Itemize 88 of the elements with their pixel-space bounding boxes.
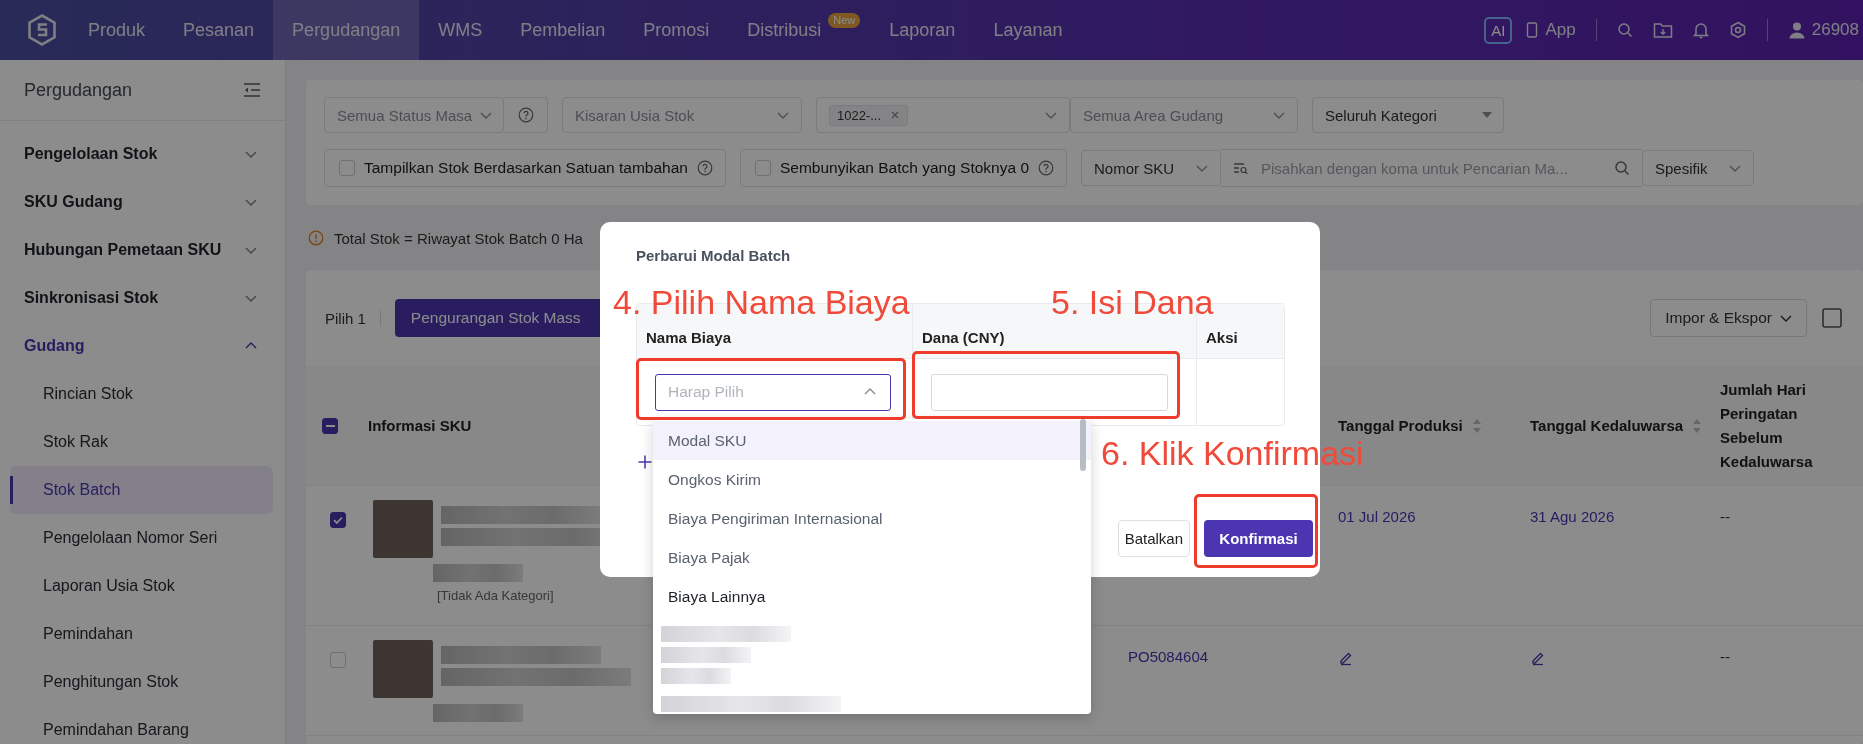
checkbox-label: Tampilkan Stok Berdasarkan Satuan tambahan	[364, 159, 688, 177]
confirm-button[interactable]: Konfirmasi	[1204, 520, 1313, 557]
help-button[interactable]	[504, 97, 548, 133]
filter-checkbox-option[interactable]: Sembunyikan Batch yang Stoknya 0	[740, 149, 1067, 187]
sidebar-item[interactable]: Penghitungan Stok	[10, 658, 273, 706]
search-icon[interactable]	[1614, 160, 1630, 176]
edit-icon[interactable]	[1338, 650, 1354, 666]
table-cell: --	[1720, 508, 1730, 525]
checkbox[interactable]	[322, 417, 338, 434]
user-account-name[interactable]: 26908	[1811, 20, 1859, 40]
close-icon[interactable]	[890, 110, 901, 120]
help-icon	[517, 107, 534, 123]
dropdown-option[interactable]: Biaya Lainnya	[653, 577, 1091, 616]
dialog-title: Perbarui Modal Batch	[636, 246, 792, 266]
edit-icon[interactable]	[1530, 650, 1546, 666]
pixelated-block	[661, 668, 731, 684]
search-type-select[interactable]: Nomor SKU	[1081, 150, 1221, 186]
dropdown-option[interactable]: Biaya Pengiriman Internasional	[653, 499, 1091, 538]
app-button[interactable]: App	[1526, 20, 1576, 40]
filter-tag[interactable]: 1022-...	[829, 104, 909, 126]
checkbox-label: Sembunyikan Batch yang Stoknya 0	[780, 159, 1029, 177]
settings-icon[interactable]	[1728, 21, 1747, 39]
new-badge: New	[828, 13, 861, 28]
checkmark-icon	[332, 514, 344, 526]
expiry-date-text[interactable]: 31 Agu 2026	[1530, 508, 1615, 525]
sidebar-group[interactable]: SKU Gudang	[0, 178, 285, 226]
logo-icon[interactable]	[27, 14, 57, 46]
dropdown-option[interactable]: Ongkos Kirim	[653, 460, 1091, 499]
photo-placeholder	[373, 500, 433, 558]
column-header[interactable]: Tanggal Produksi	[1338, 413, 1463, 438]
sidebar-item[interactable]: Laporan Usia Stok	[10, 562, 273, 610]
amount-input[interactable]	[931, 373, 1168, 411]
column-header[interactable]: Tanggal Kedaluwarsa	[1530, 413, 1684, 438]
column-header: Aksi	[1206, 328, 1238, 346]
sidebar-group[interactable]: Gudang	[0, 322, 285, 370]
annotation-label: 5. Isi Dana	[1051, 283, 1214, 321]
column-header: Dana (CNY)	[922, 328, 1005, 346]
column-header[interactable]: Jumlah Hari Peringatan Sebelum Kedaluwarsa	[1720, 377, 1830, 474]
category-select[interactable]: Seluruh Kategori	[1312, 97, 1504, 133]
sidebar-item[interactable]: Pemindahan	[10, 610, 273, 658]
checkbox[interactable]	[330, 512, 346, 528]
sidebar-group[interactable]: Hubungan Pemetaan SKU	[0, 226, 285, 274]
user-icon[interactable]	[1787, 21, 1806, 39]
sidebar-item[interactable]: Pemindahan Barang	[10, 706, 273, 744]
nav-tab[interactable]: Layanan	[974, 0, 1082, 60]
sidebar-item[interactable]: Stok Batch	[10, 466, 273, 514]
sidebar-item[interactable]: Pengelolaan Nomor Seri	[10, 514, 273, 562]
notification-bell-icon[interactable]	[1692, 21, 1709, 39]
filter-checkbox-option[interactable]: Tampilkan Stok Berdasarkan Satuan tambahan	[324, 149, 726, 187]
search-icon[interactable]	[1616, 22, 1633, 38]
nav-tab[interactable]: Pembelian	[501, 0, 625, 60]
sidebar-group[interactable]: Pengelolaan Stok	[0, 130, 285, 178]
minus-icon	[325, 424, 335, 427]
column-settings-icon[interactable]	[1821, 307, 1843, 329]
folder-download-icon[interactable]	[1652, 21, 1673, 39]
nav-tab[interactable]: Laporan	[870, 0, 975, 60]
batch-select[interactable]: 1022-...	[816, 97, 1070, 133]
cancel-button[interactable]: Batalkan	[1117, 520, 1190, 557]
nav-tab[interactable]: WMS	[419, 0, 502, 60]
notice-text: Total Stok = Riwayat Stok Batch 0 Ha	[334, 229, 583, 247]
phone-icon	[1526, 22, 1539, 38]
ai-button[interactable]: AI	[1484, 16, 1513, 44]
help-icon[interactable]	[697, 160, 713, 176]
dropdown-option[interactable]: Modal SKU	[653, 421, 1091, 460]
sidebar-item[interactable]: Rincian Stok	[10, 370, 273, 418]
selected-count: Pilih 1	[325, 309, 366, 327]
sidebar-title: Pergudangan	[24, 79, 133, 101]
dropdown-option[interactable]: Biaya Pajak	[653, 538, 1091, 577]
match-mode-select[interactable]: Spesifik	[1642, 150, 1754, 186]
category-text: [Tidak Ada Kategori]	[437, 588, 554, 603]
add-row-icon[interactable]	[637, 454, 653, 470]
nav-tab[interactable]: Pesanan	[164, 0, 274, 60]
column-header[interactable]: Informasi SKU	[368, 413, 472, 438]
table-cell: --	[1720, 648, 1730, 665]
sidebar-item[interactable]: Stok Rak	[10, 418, 273, 466]
po-number-link[interactable]: PO5084604	[1128, 648, 1209, 665]
help-icon[interactable]	[1038, 160, 1054, 176]
import-export-button[interactable]: Impor & Ekspor	[1650, 299, 1807, 337]
nav-tab[interactable]: Produk	[69, 0, 165, 60]
photo-placeholder	[373, 640, 433, 698]
search-input[interactable]: Pisahkan dengan koma untuk Pencarian Ma...	[1259, 158, 1604, 178]
collapse-menu-icon[interactable]	[242, 81, 262, 99]
list-search-icon	[1233, 160, 1249, 176]
production-date-text[interactable]: 01 Jul 2026	[1338, 508, 1416, 525]
scrollbar-thumb[interactable]	[1080, 419, 1086, 471]
sidebar-group[interactable]: Sinkronisasi Stok	[0, 274, 285, 322]
nav-tab[interactable]: Promosi	[624, 0, 729, 60]
info-icon	[308, 230, 324, 246]
